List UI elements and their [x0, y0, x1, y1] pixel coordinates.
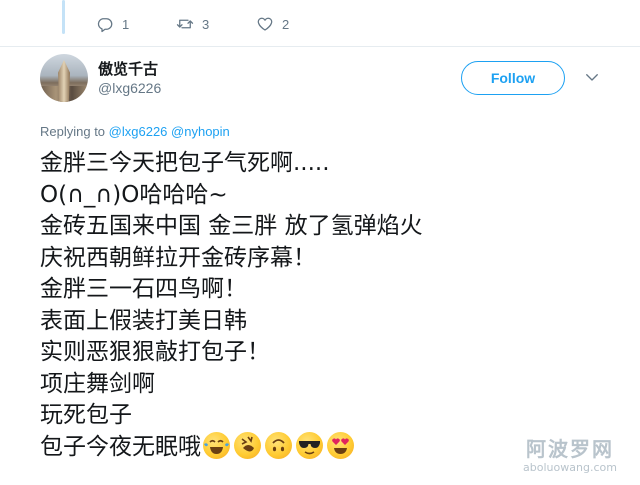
tweet-divider: [0, 46, 640, 47]
reply-button[interactable]: 1: [96, 15, 176, 33]
replying-to: Replying to @lxg6226 @nyhopin: [40, 124, 230, 139]
avatar[interactable]: [40, 54, 88, 102]
site-watermark: 阿波罗网 aboluowang.com: [510, 437, 630, 477]
tweet-line: 项庄舞剑啊: [40, 370, 155, 397]
tweet-text: 金胖三今天把包子气死啊..... O(∩_∩)O哈哈哈~ 金砖五国来中国 金三胖…: [40, 148, 600, 463]
sunglasses-face-emoji: [296, 431, 323, 459]
tweet-line: 包子今夜无眠哦: [40, 433, 201, 460]
author-handle[interactable]: @lxg6226: [98, 80, 161, 96]
heart-eyes-emoji: [327, 431, 354, 459]
chevron-down-icon: [586, 74, 598, 81]
tweet-menu-button[interactable]: [583, 68, 601, 86]
tweet-line: 金胖三一石四鸟啊！: [40, 276, 247, 302]
retweet-button[interactable]: 3: [176, 15, 256, 33]
follow-button[interactable]: Follow: [461, 61, 565, 95]
replying-to-label: Replying to: [40, 124, 106, 139]
reply-icon: [97, 18, 113, 33]
tweet-line: 庆祝西朝鲜拉开金砖序幕！: [40, 244, 316, 271]
rolling-on-floor-laughing-emoji: [234, 431, 261, 459]
like-button[interactable]: 2: [256, 15, 289, 33]
tweet-line: 表面上假装打美日韩: [40, 307, 247, 334]
retweet-icon: [176, 19, 194, 29]
thread-connector-line: [62, 0, 65, 34]
mention-link[interactable]: @lxg6226: [109, 124, 168, 139]
watermark-url: aboluowang.com: [523, 461, 617, 474]
watermark-title: 阿波罗网: [526, 437, 614, 461]
tweet-line: 金砖五国来中国 金三胖 放了氢弹焰火: [40, 213, 423, 239]
upside-down-face-emoji: [265, 431, 292, 459]
heart-icon: [257, 17, 273, 31]
mention-link[interactable]: @nyhopin: [171, 124, 230, 139]
tweet-line: 金胖三今天把包子气死啊.....: [40, 150, 330, 176]
previous-tweet-actions: 1 3 2: [96, 12, 289, 36]
like-count: 2: [282, 16, 290, 32]
emoji-group: [203, 431, 358, 459]
tweet-screenshot: 1 3 2 傲览千古 @lxg6226 Follow Replying to @…: [0, 0, 640, 485]
tweet-line: O(∩_∩)O哈哈哈~: [40, 181, 228, 208]
reply-count: 1: [122, 16, 130, 32]
tweet-line: 玩死包子: [40, 402, 132, 428]
author-display-name[interactable]: 傲览千古: [98, 58, 158, 79]
tears-of-joy-emoji: [203, 431, 230, 459]
tweet-line: 实则恶狠狠敲打包子！: [40, 339, 270, 365]
retweet-count: 3: [202, 16, 210, 32]
